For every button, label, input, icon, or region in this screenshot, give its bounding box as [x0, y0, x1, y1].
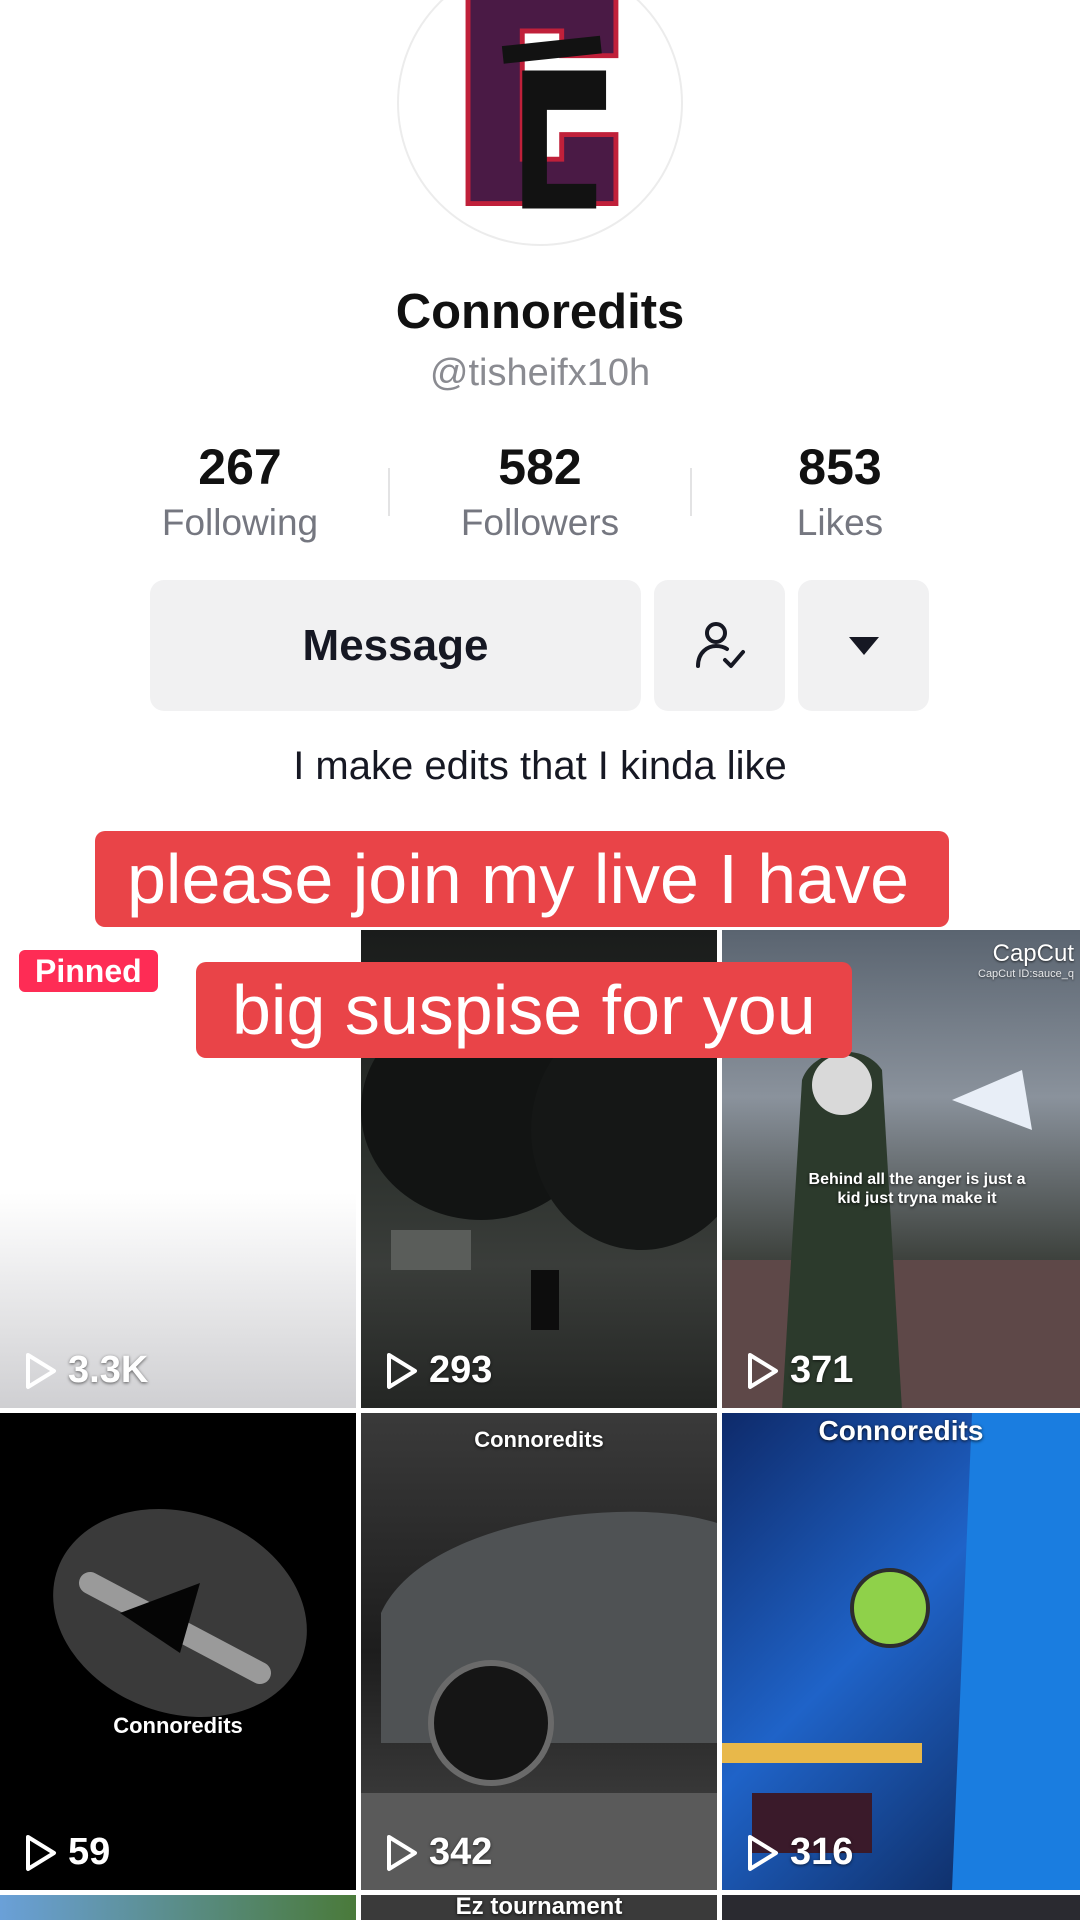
logo-image — [465, 0, 619, 209]
video-grid: Pinned 3.3K 293 CapCut CapCut ID:sauce_q — [0, 930, 1080, 1920]
following-count: 267 — [198, 439, 282, 495]
capcut-watermark: CapCut CapCut ID:sauce_q — [978, 940, 1074, 980]
friends-button[interactable] — [654, 580, 785, 711]
view-count-text: 59 — [68, 1831, 111, 1873]
stat-following[interactable]: 267 Following — [110, 438, 370, 548]
view-count-text: 342 — [429, 1831, 493, 1873]
play-icon — [387, 1834, 417, 1871]
likes-count: 853 — [798, 439, 882, 495]
profile-avatar[interactable] — [397, 0, 683, 246]
capcut-label: CapCut — [992, 940, 1074, 967]
video-caption: Behind all the anger is just a kid just … — [808, 1171, 1026, 1207]
video-thumbnail — [722, 1413, 1080, 1890]
view-count: 3.3K — [24, 1349, 148, 1392]
followers-label: Followers — [460, 502, 620, 543]
video-tile[interactable]: Connoredits 59 — [0, 1413, 356, 1890]
view-count-text: 371 — [790, 1349, 854, 1391]
view-count: 59 — [24, 1831, 110, 1874]
video-tile[interactable] — [722, 1895, 1080, 1920]
profile-stats: 267 Following 582 Followers 853 Likes — [0, 438, 1080, 548]
view-count: 342 — [385, 1831, 492, 1874]
capcut-id: CapCut ID:sauce_q — [978, 968, 1074, 980]
display-name: Connoredits — [395, 285, 685, 339]
message-button[interactable]: Message — [150, 580, 641, 711]
username-handle: @tisheifx10h — [429, 352, 651, 394]
video-caption: Ez tournament — [455, 1895, 623, 1920]
view-count: 371 — [746, 1349, 853, 1392]
view-count-text: 316 — [790, 1831, 854, 1873]
following-label: Following — [161, 502, 319, 543]
play-icon — [26, 1834, 56, 1871]
stat-likes[interactable]: 853 Likes — [710, 438, 970, 548]
sticker-text-line-1: please join my live I have — [95, 831, 950, 927]
play-icon — [748, 1352, 778, 1389]
video-caption: Connoredits — [818, 1415, 984, 1446]
view-count-text: 3.3K — [68, 1349, 149, 1391]
stat-divider — [388, 468, 390, 516]
user-check-icon — [695, 621, 745, 668]
followers-count: 582 — [498, 439, 582, 495]
video-tile[interactable]: Ez tournament — [361, 1895, 717, 1920]
video-thumbnail — [361, 1511, 717, 1890]
video-thumbnail — [53, 1509, 307, 1717]
view-count: 293 — [385, 1349, 492, 1392]
video-tile[interactable]: Connoredits 342 — [361, 1413, 717, 1890]
likes-label: Likes — [796, 502, 884, 543]
video-caption: Connoredits — [474, 1427, 604, 1452]
stat-divider — [690, 468, 692, 516]
video-caption: Connoredits — [113, 1713, 243, 1738]
play-icon — [748, 1834, 778, 1871]
play-icon — [26, 1352, 56, 1389]
pinned-badge: Pinned — [19, 950, 158, 992]
stat-followers[interactable]: 582 Followers — [410, 438, 670, 548]
view-count: 316 — [746, 1831, 853, 1874]
profile-bio: I make edits that I kinda like — [293, 744, 787, 788]
video-tile[interactable] — [0, 1895, 356, 1920]
more-options-button[interactable] — [798, 580, 929, 711]
caret-down-icon — [848, 636, 879, 655]
view-count-text: 293 — [429, 1349, 493, 1391]
video-tile[interactable]: Connoredits 316 — [722, 1413, 1080, 1890]
play-icon — [387, 1352, 417, 1389]
sticker-text-line-2: big suspise for you — [196, 962, 852, 1058]
